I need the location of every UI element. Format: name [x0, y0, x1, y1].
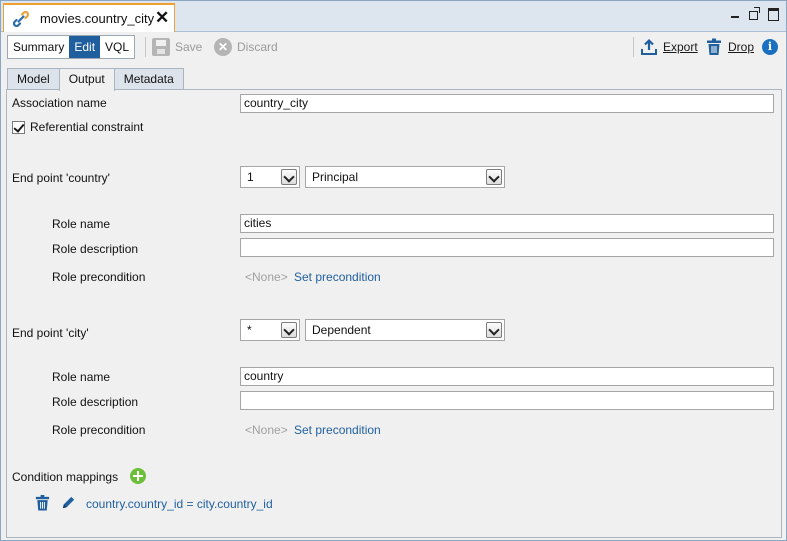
- endpoint-city-multiplicity-value: *: [247, 323, 252, 337]
- city-precondition-value: <None>: [245, 423, 288, 437]
- endpoint-country-multiplicity-select[interactable]: 1: [240, 166, 300, 188]
- endpoint-country-label: End point 'country': [12, 171, 110, 185]
- restore-icon[interactable]: [748, 7, 761, 20]
- toolbar-divider: [145, 37, 146, 57]
- save-button-label: Save: [175, 40, 203, 54]
- delete-mapping-trash-icon[interactable]: [34, 494, 51, 512]
- country-role-description-input[interactable]: [240, 238, 774, 257]
- discard-button-label: Discard: [237, 40, 278, 54]
- chevron-down-icon: [281, 169, 297, 185]
- country-role-name-label: Role name: [52, 217, 111, 231]
- association-name-input[interactable]: country_city: [240, 94, 774, 113]
- endpoint-city-role-type-select[interactable]: Dependent: [305, 319, 505, 341]
- save-button[interactable]: Save: [152, 35, 202, 59]
- city-role-precondition-label: Role precondition: [52, 423, 146, 437]
- info-icon: i: [762, 39, 778, 55]
- country-set-precondition-link[interactable]: Set precondition: [294, 270, 381, 284]
- minimize-icon[interactable]: [729, 7, 742, 20]
- city-role-name-input[interactable]: country: [240, 367, 774, 386]
- tab-model[interactable]: Model: [7, 68, 60, 90]
- drop-button[interactable]: Drop: [705, 35, 754, 59]
- toolbar: Summary Edit VQL Save ✕ Discard Export D…: [1, 33, 786, 61]
- country-role-name-input[interactable]: cities: [240, 214, 774, 233]
- close-tab-icon[interactable]: ✕: [155, 8, 169, 28]
- edit-mode-button[interactable]: Edit: [69, 36, 101, 58]
- discard-icon: ✕: [214, 38, 232, 56]
- trash-icon: [707, 38, 721, 55]
- view-mode-group: Summary Edit VQL: [7, 35, 136, 59]
- city-role-description-label: Role description: [52, 395, 139, 409]
- toolbar-divider-right: [633, 37, 634, 57]
- discard-button[interactable]: ✕ Discard: [214, 35, 278, 59]
- maximize-icon[interactable]: [767, 7, 780, 21]
- subtab-strip: Model Output Metadata: [7, 68, 184, 91]
- referential-constraint-checkbox[interactable]: [12, 121, 25, 134]
- chevron-down-icon: [486, 169, 502, 185]
- output-panel: [6, 89, 782, 538]
- summary-mode-button[interactable]: Summary: [8, 36, 69, 58]
- city-role-description-input[interactable]: [240, 391, 774, 410]
- edit-mapping-pencil-icon[interactable]: [61, 495, 76, 510]
- chevron-down-icon: [486, 322, 502, 338]
- add-mapping-icon[interactable]: [130, 468, 146, 484]
- condition-mapping-item[interactable]: country.country_id = city.country_id: [86, 497, 273, 511]
- save-icon: [152, 38, 170, 56]
- title-bar: movies.country_city ✕: [1, 1, 786, 32]
- chain-link-icon: [13, 11, 29, 27]
- document-tab-title: movies.country_city: [40, 11, 155, 26]
- window-controls: [729, 7, 780, 21]
- country-precondition-value: <None>: [245, 270, 288, 284]
- endpoint-city-role-type-value: Dependent: [312, 323, 371, 337]
- info-button[interactable]: i: [762, 35, 778, 59]
- referential-constraint-label: Referential constraint: [30, 120, 144, 134]
- drop-button-label: Drop: [728, 40, 755, 54]
- document-tab[interactable]: movies.country_city ✕: [3, 3, 175, 32]
- country-role-precondition-label: Role precondition: [52, 270, 146, 284]
- endpoint-city-label: End point 'city': [12, 326, 89, 340]
- tab-output[interactable]: Output: [58, 68, 115, 91]
- chevron-down-icon: [281, 322, 297, 338]
- city-set-precondition-link[interactable]: Set precondition: [294, 423, 381, 437]
- vql-mode-button[interactable]: VQL: [100, 36, 134, 58]
- export-icon: [641, 38, 657, 55]
- endpoint-city-multiplicity-select[interactable]: *: [240, 319, 300, 341]
- export-button[interactable]: Export: [640, 35, 698, 59]
- association-name-label: Association name: [12, 96, 107, 110]
- endpoint-country-role-type-value: Principal: [312, 170, 359, 184]
- city-role-name-label: Role name: [52, 370, 111, 384]
- condition-mappings-label: Condition mappings: [12, 470, 119, 484]
- tab-metadata[interactable]: Metadata: [113, 68, 184, 90]
- export-button-label: Export: [663, 40, 698, 54]
- country-role-description-label: Role description: [52, 242, 139, 256]
- endpoint-country-multiplicity-value: 1: [247, 170, 254, 184]
- endpoint-country-role-type-select[interactable]: Principal: [305, 166, 505, 188]
